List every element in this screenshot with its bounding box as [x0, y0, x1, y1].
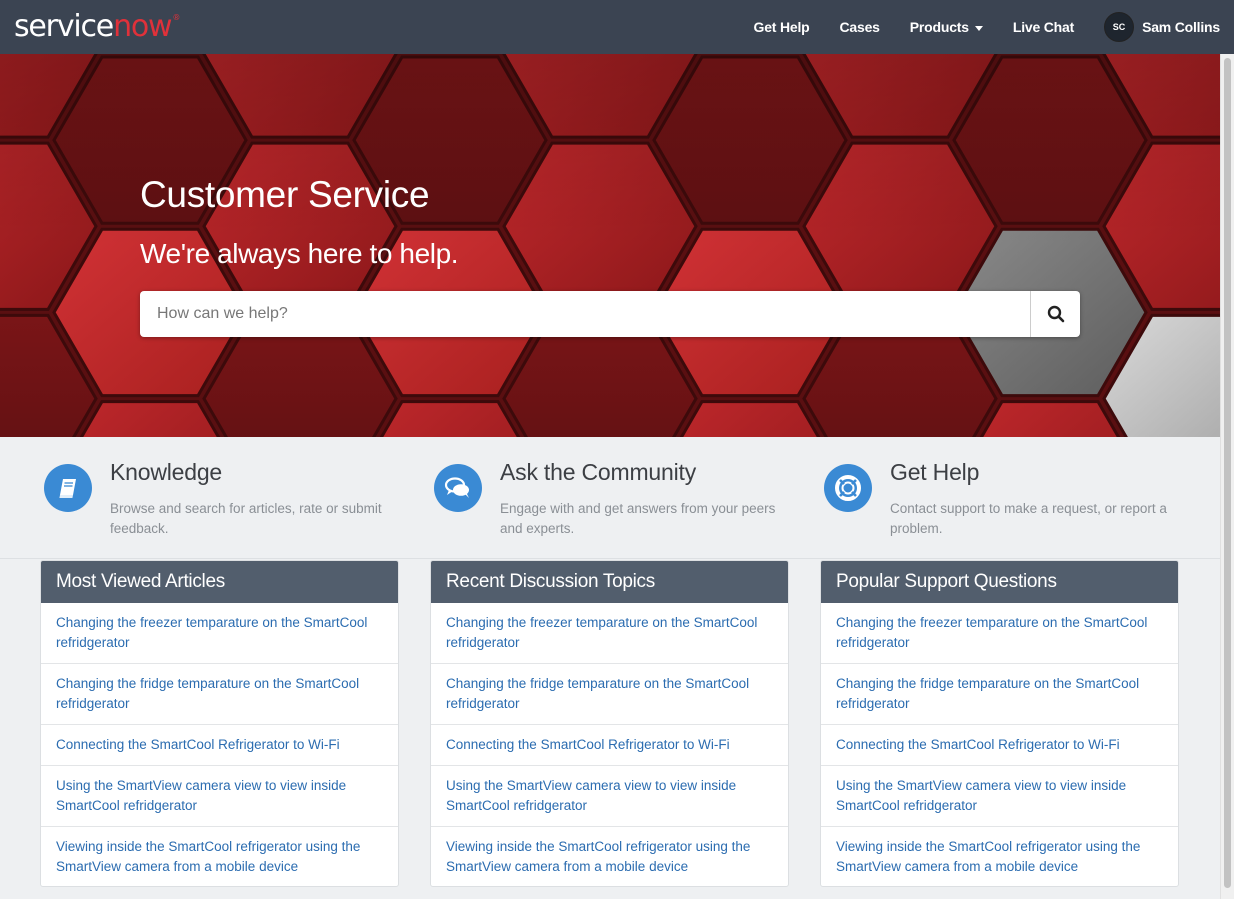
avatar: SC	[1104, 12, 1135, 42]
feature-description: Contact support to make a request, or re…	[890, 501, 1167, 536]
card-title: Most Viewed Articles	[41, 561, 398, 603]
list-item[interactable]: Using the SmartView camera view to view …	[431, 766, 788, 827]
card-popular-support-questions: Popular Support Questions Changing the f…	[820, 560, 1179, 887]
feature-row: Knowledge Browse and search for articles…	[0, 437, 1220, 559]
logo-trademark: ®	[172, 13, 180, 22]
nav-products-label: Products	[909, 19, 969, 35]
search-input[interactable]	[140, 291, 1030, 337]
list-item[interactable]: Connecting the SmartCool Refrigerator to…	[41, 725, 398, 766]
top-navbar: service now ® Get Help Cases Products Live…	[0, 0, 1234, 54]
list-item[interactable]: Connecting the SmartCool Refrigerator to…	[431, 725, 788, 766]
user-menu[interactable]: SC Sam Collins	[1104, 12, 1220, 42]
hero-subtitle: We're always here to help.	[140, 238, 459, 269]
nav-get-help[interactable]: Get Help	[754, 19, 810, 35]
user-name: Sam Collins	[1142, 19, 1220, 35]
list-item[interactable]: Viewing inside the SmartCool refrigerato…	[431, 827, 788, 886]
list-item[interactable]: Changing the fridge temparature on the S…	[41, 664, 398, 725]
card-title: Popular Support Questions	[821, 561, 1178, 603]
nav-live-chat[interactable]: Live Chat	[1013, 19, 1074, 35]
list-item[interactable]: Changing the freezer temparature on the …	[41, 603, 398, 664]
search-icon	[1047, 305, 1064, 323]
feature-description: Browse and search for articles, rate or …	[110, 501, 382, 536]
servicenow-logo[interactable]: service now ®	[14, 9, 180, 44]
lifebuoy-icon	[824, 464, 872, 512]
list-item[interactable]: Changing the fridge temparature on the S…	[431, 664, 788, 725]
card-title: Recent Discussion Topics	[431, 561, 788, 603]
search-bar	[140, 291, 1080, 337]
card-most-viewed-articles: Most Viewed Articles Changing the freeze…	[40, 560, 399, 887]
list-item[interactable]: Using the SmartView camera view to view …	[41, 766, 398, 827]
book-icon	[44, 464, 92, 512]
logo-text-service: service	[14, 9, 114, 44]
search-button[interactable]	[1030, 291, 1080, 337]
nav-menu: Get Help Cases Products Live Chat SC Sam…	[724, 0, 1220, 54]
list-item[interactable]: Viewing inside the SmartCool refrigerato…	[821, 827, 1178, 886]
page-scrollbar[interactable]	[1220, 54, 1234, 899]
feature-description: Engage with and get answers from your pe…	[500, 501, 776, 536]
hero-title: Customer Service	[140, 174, 430, 215]
list-item[interactable]: Viewing inside the SmartCool refrigerato…	[41, 827, 398, 886]
card-recent-discussion-topics: Recent Discussion Topics Changing the fr…	[430, 560, 789, 887]
feature-title: Get Help	[890, 459, 980, 485]
chat-bubbles-icon	[434, 464, 482, 512]
nav-products-dropdown[interactable]: Products	[910, 19, 983, 35]
list-item[interactable]: Using the SmartView camera view to view …	[821, 766, 1178, 827]
list-item[interactable]: Changing the freezer temparature on the …	[431, 603, 788, 664]
list-item[interactable]: Changing the fridge temparature on the S…	[821, 664, 1178, 725]
scrollbar-thumb[interactable]	[1224, 58, 1231, 888]
list-item[interactable]: Changing the freezer temparature on the …	[821, 603, 1178, 664]
list-item[interactable]: Connecting the SmartCool Refrigerator to…	[821, 725, 1178, 766]
feature-title: Ask the Community	[500, 459, 696, 485]
caret-down-icon	[974, 25, 983, 31]
nav-cases[interactable]: Cases	[840, 19, 880, 35]
logo-text-now: now	[113, 9, 173, 44]
feature-title: Knowledge	[110, 459, 223, 485]
hero-banner: Customer Service We're always here to he…	[0, 54, 1220, 437]
